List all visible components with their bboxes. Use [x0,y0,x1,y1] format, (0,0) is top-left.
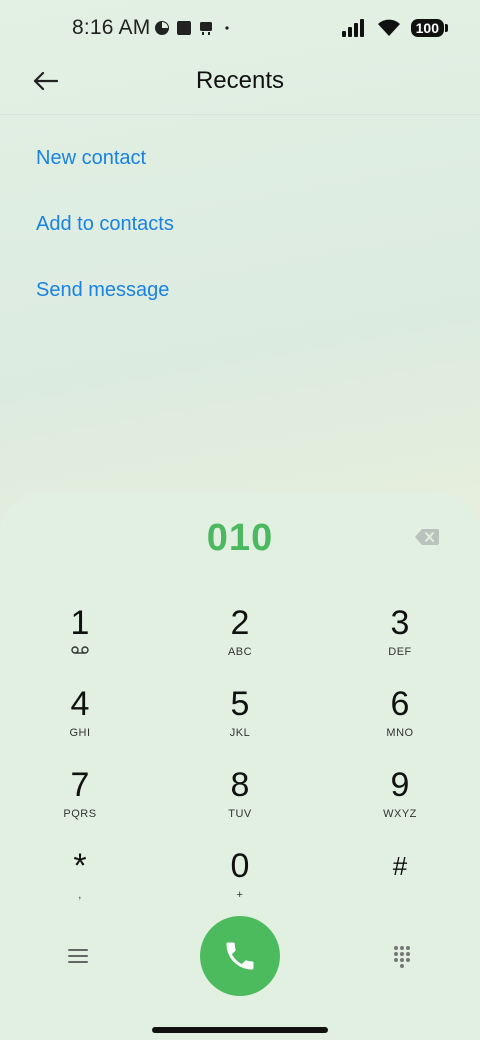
home-indicator[interactable] [152,1027,328,1033]
key-digit: 0 [230,847,250,885]
key-letters: JKL [229,727,251,739]
keypad-toggle-button[interactable] [390,944,414,968]
dot-icon [225,26,230,30]
app-header: Recents [0,56,480,106]
menu-button[interactable] [66,944,90,968]
header-divider [0,114,480,115]
key-star[interactable]: * , [0,846,160,927]
notification-icon [155,21,170,35]
key-7[interactable]: 7 PQRS [0,765,160,846]
status-time: 8:16 AM [72,16,151,39]
call-button[interactable] [200,916,280,996]
key-digit: 9 [390,766,410,804]
backspace-icon [415,529,439,545]
menu-icon [68,949,88,963]
key-0[interactable]: 0 + [160,846,320,927]
key-letters: DEF [388,646,412,658]
key-digit: 6 [390,685,410,723]
status-icons-right: 100 [341,19,449,37]
dialer-bottom-bar [0,916,480,996]
key-letters: , [78,889,82,901]
key-digit: 7 [70,766,90,804]
key-5[interactable]: 5 JKL [160,684,320,765]
key-letters: WXYZ [383,808,417,820]
key-digit: 3 [390,604,410,642]
dialed-number: 010 [206,517,274,559]
phone-icon [226,942,254,970]
key-3[interactable]: 3 DEF [320,603,480,684]
key-8[interactable]: 8 TUV [160,765,320,846]
battery-icon: 100 [410,19,449,37]
delete-button[interactable] [414,527,440,547]
signal-icon [341,19,364,37]
key-letters: PQRS [63,808,97,820]
page-title: Recents [195,67,285,94]
key-letters: MNO [386,727,414,739]
key-6[interactable]: 6 MNO [320,684,480,765]
status-bar: 8:16 AM 100 [0,0,480,56]
wifi-icon [377,19,400,36]
key-digit: 2 [230,604,250,642]
robot-icon [200,22,213,35]
status-icons-left [154,20,234,36]
keypad: 1 2 ABC 3 DEF 4 GHI 5 JKL 6 MNO 7 PQRS 8… [0,603,480,927]
key-1[interactable]: 1 [0,603,160,684]
voicemail-icon [71,646,89,654]
key-digit: * [73,847,87,885]
actions-list: New contact Add to contacts Send message [36,130,174,328]
key-9[interactable]: 9 WXYZ [320,765,480,846]
new-contact-link[interactable]: New contact [36,130,174,196]
dialer-panel: 010 1 2 ABC 3 DEF 4 GHI 5 JKL 6 MNO 7 PQ… [0,493,480,1040]
square-icon [177,21,192,35]
back-button[interactable] [28,66,62,96]
key-letters: + [236,889,244,901]
key-letters: ABC [227,646,253,658]
key-letters: TUV [228,808,252,820]
key-digit: # [392,851,408,881]
key-digit: 1 [70,604,90,642]
key-hash[interactable]: # [320,846,480,927]
dialpad-icon [394,946,410,968]
key-letters: GHI [69,727,91,739]
send-message-link[interactable]: Send message [36,262,174,328]
key-digit: 5 [230,685,250,723]
key-digit: 4 [70,685,90,723]
back-arrow-icon [33,71,58,91]
add-to-contacts-link[interactable]: Add to contacts [36,196,174,262]
key-letters [71,645,89,659]
key-digit: 8 [230,766,250,804]
key-2[interactable]: 2 ABC [160,603,320,684]
key-4[interactable]: 4 GHI [0,684,160,765]
